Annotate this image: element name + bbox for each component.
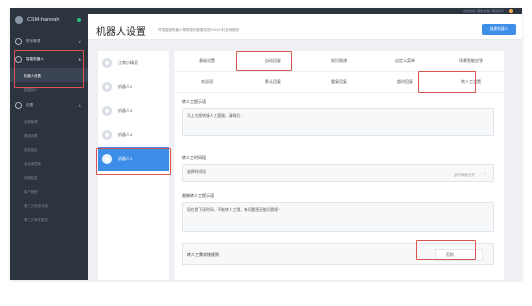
- select-value: 否则: [446, 253, 454, 257]
- robot-name: 机器人2: [118, 84, 133, 89]
- tab-default-reply[interactable]: 默认回复: [240, 72, 306, 92]
- online-status-icon: [77, 18, 81, 22]
- rule-row: 转人工需求按规则 否则 ⌃: [182, 243, 494, 265]
- limit-prompt-textarea[interactable]: 现在是下班时间，不能转人工哦，有问题您还能问我呢~: [182, 202, 494, 232]
- sidebar-item-customers[interactable]: 客户管理: [10, 184, 88, 198]
- sidebar-item-channels[interactable]: 渠道设置: [10, 128, 88, 142]
- field-label: 转人工提示语: [182, 99, 206, 104]
- robot-list-item[interactable]: 机器人3: [98, 99, 169, 123]
- chevron-updown-icon: ⌃: [473, 252, 477, 257]
- app-window: CSM-hannah 联系管理 ∨ 智能机器人 ∧ 机器人设置 数据统计 设置 …: [10, 8, 522, 280]
- robot-name: 机器人1: [118, 156, 133, 161]
- sidebar-item-label: 数据统计: [24, 87, 38, 92]
- tab-transfer-human[interactable]: 转人工设置: [438, 72, 504, 92]
- field-label: 转人工时间段: [182, 155, 206, 160]
- page-subtitle: 呼语智能机器人帮助您的客服实现7x24小时全网服务: [158, 28, 240, 32]
- chat-icon: [15, 37, 22, 45]
- chevron-up-icon: ∧: [78, 56, 81, 62]
- avatar: [102, 130, 112, 140]
- page-title: 机器人设置: [96, 27, 146, 38]
- robot-list-item[interactable]: 机器人2: [98, 75, 169, 99]
- sidebar-item-event-push[interactable]: 第三方事件推送: [10, 212, 88, 226]
- notification-icon[interactable]: [509, 8, 513, 13]
- tab-auto-reply[interactable]: 自动回复: [240, 51, 306, 71]
- sidebar-item-label: 客户管理: [24, 189, 38, 194]
- robot-name: 机器人4: [118, 132, 133, 137]
- sidebar-item-label: 第三方事件推送: [24, 217, 48, 222]
- logo-icon: [15, 16, 23, 24]
- sidebar: CSM-hannah 联系管理 ∨ 智能机器人 ∧ 机器人设置 数据统计 设置 …: [10, 8, 88, 280]
- tab-repeat-reply[interactable]: 重复回复: [306, 72, 372, 92]
- robot-list-item[interactable]: 江南小精灵: [98, 51, 169, 75]
- robot-list-item-active[interactable]: 机器人1: [98, 147, 169, 171]
- tab-welcome[interactable]: 欢迎语: [174, 72, 240, 92]
- robot-name: 机器人3: [118, 108, 133, 113]
- gear-icon: [15, 101, 22, 109]
- transfer-prompt-textarea[interactable]: 马上为您转接人工客服，请稍后...: [182, 108, 494, 136]
- sidebar-item-label: 会话满意度: [24, 161, 41, 166]
- sidebar-item-third-party[interactable]: 第三方系统对接: [10, 198, 88, 212]
- sidebar-item-label: 第三方系统对接: [24, 203, 48, 208]
- select-placeholder: 选择时间段: [187, 170, 206, 174]
- app-name: CSM-hannah: [27, 17, 60, 23]
- sidebar-item-quick-reply[interactable]: 快捷回复: [10, 170, 88, 184]
- sidebar-item-label: 坐席管理: [24, 119, 38, 124]
- topbar-links[interactable]: 在线状态 | 帮助文档 | 联系我们: [463, 9, 504, 13]
- tab-custom-menu[interactable]: 自定义菜单: [372, 51, 438, 71]
- app-logo: CSM-hannah: [10, 8, 88, 32]
- create-robot-button[interactable]: 创建机器人: [482, 24, 516, 35]
- prompt-field: 转人工提示语 马上为您转接人工客服，请稍后...: [182, 99, 494, 139]
- limit-field: 限制转人工提示语 现在是下班时间，不能转人工哦，有问题您还能问我呢~: [182, 193, 494, 235]
- tab-scene-answer[interactable]: 场景智能应答: [438, 51, 504, 71]
- rule-select[interactable]: 否则 ⌃: [435, 249, 483, 261]
- robot-name: 江南小精灵: [118, 60, 138, 65]
- field-label: 转人工需求按规则: [187, 252, 219, 257]
- tab-knowledge-graph[interactable]: 知识图谱: [306, 51, 372, 71]
- settings-panel: 基础设置 自动回复 知识图谱 自定义菜单 场景智能应答 欢迎语 默认回复 重复回…: [174, 51, 504, 280]
- field-label: 限制转人工提示语: [182, 193, 214, 198]
- sidebar-group-label: 智能机器人: [26, 56, 44, 61]
- chevron-down-icon: ∨: [78, 38, 81, 44]
- tab-timeout-reply[interactable]: 超时回复: [372, 72, 438, 92]
- time-field: 转人工时间段 选择时间段 全时间段允许 ⌃: [182, 155, 494, 187]
- select-value: 全时间段允许: [454, 173, 475, 177]
- time-range-select[interactable]: 选择时间段 全时间段允许 ⌃: [182, 164, 494, 182]
- sidebar-group-settings[interactable]: 设置 ∧: [10, 96, 88, 114]
- chevron-up-icon: ∧: [78, 102, 81, 108]
- sidebar-group-label: 设置: [26, 102, 34, 107]
- sidebar-item-label: 智能路由: [24, 147, 38, 152]
- tab-bar: 基础设置 自动回复 知识图谱 自定义菜单 场景智能应答 欢迎语 默认回复 重复回…: [174, 51, 504, 93]
- chevron-updown-icon: ⌃: [483, 172, 487, 177]
- tab-divider: [174, 92, 504, 93]
- sidebar-item-statistics[interactable]: 数据统计: [10, 82, 88, 96]
- sidebar-item-label: 机器人设置: [24, 73, 41, 78]
- robot-icon: [15, 55, 22, 63]
- page-header: 机器人设置 呼语智能机器人帮助您的客服实现7x24小时全网服务 创建机器人: [88, 14, 522, 40]
- robot-list-item[interactable]: 机器人4: [98, 123, 169, 147]
- sidebar-item-label: 渠道设置: [24, 133, 38, 138]
- sidebar-item-satisfaction[interactable]: 会话满意度: [10, 156, 88, 170]
- sidebar-item-agents[interactable]: 坐席管理: [10, 114, 88, 128]
- avatar: [102, 154, 112, 164]
- sidebar-group-robot[interactable]: 智能机器人 ∧: [10, 50, 88, 68]
- sidebar-group-chat[interactable]: 联系管理 ∨: [10, 32, 88, 50]
- sidebar-item-routing[interactable]: 智能路由: [10, 142, 88, 156]
- sidebar-group-label: 联系管理: [26, 38, 41, 43]
- tab-basic-settings[interactable]: 基础设置: [174, 51, 240, 71]
- robot-list: 江南小精灵 机器人2 机器人3 机器人4 机器人1: [98, 51, 169, 280]
- sidebar-item-robot-settings[interactable]: 机器人设置: [10, 68, 88, 82]
- avatar: [102, 106, 112, 116]
- avatar: [102, 82, 112, 92]
- sidebar-item-label: 快捷回复: [24, 175, 38, 180]
- avatar: [102, 58, 112, 68]
